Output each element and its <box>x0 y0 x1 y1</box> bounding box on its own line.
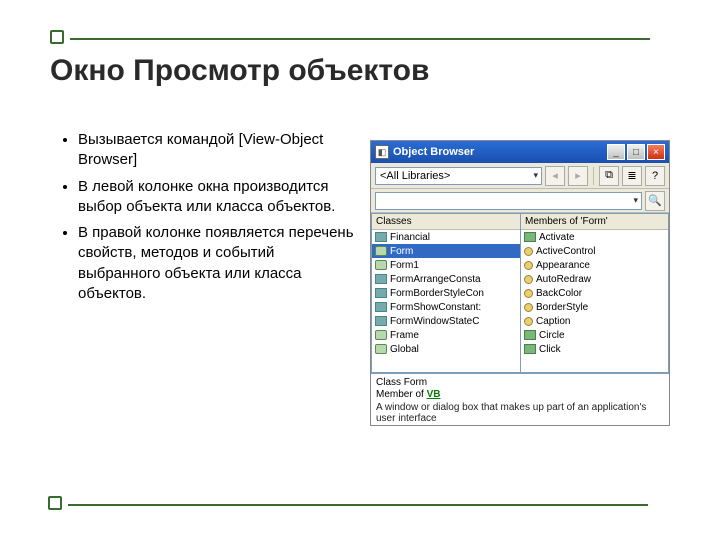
enum-icon <box>375 302 387 312</box>
event-icon <box>524 344 536 354</box>
member-row[interactable]: Circle <box>521 328 668 342</box>
library-dropdown[interactable]: <All Libraries> <box>375 167 542 185</box>
classes-list[interactable]: Financial Form Form1 FormArrangeConsta F… <box>372 230 520 372</box>
member-row[interactable]: BorderStyle <box>521 300 668 314</box>
member-row[interactable]: Caption <box>521 314 668 328</box>
close-button[interactable]: × <box>647 144 665 160</box>
library-link[interactable]: VB <box>427 389 441 400</box>
app-icon: ◧ <box>375 145 389 159</box>
class-row[interactable]: FormWindowStateC <box>372 314 520 328</box>
class-icon <box>375 260 387 270</box>
bullet-list: Вызывается командой [View-Object Browser… <box>60 130 360 310</box>
details-description: A window or dialog box that makes up par… <box>376 402 664 424</box>
search-button[interactable]: 🔍 <box>645 191 665 211</box>
toolbar-search: 🔍 <box>371 189 669 213</box>
class-icon <box>375 344 387 354</box>
property-icon <box>524 261 533 270</box>
toolbar-top: <All Libraries> ◂ ▸ ⧉ ≣ ? <box>371 163 669 189</box>
slide-title: Окно Просмотр объектов <box>50 54 429 88</box>
class-row[interactable]: FormShowConstant: <box>372 300 520 314</box>
maximize-button[interactable]: □ <box>627 144 645 160</box>
details-pane: Class Form Member of VB A window or dial… <box>371 373 669 425</box>
list-item: Вызывается командой [View-Object Browser… <box>78 130 360 171</box>
class-row-selected[interactable]: Form <box>372 244 520 258</box>
member-row[interactable]: Appearance <box>521 258 668 272</box>
class-row[interactable]: Form1 <box>372 258 520 272</box>
class-row[interactable]: Frame <box>372 328 520 342</box>
nav-forward-button[interactable]: ▸ <box>568 166 588 186</box>
panes: Classes Financial Form Form1 FormArrange… <box>371 213 669 373</box>
slide-accent-bottom <box>48 496 62 510</box>
class-row[interactable]: Financial <box>372 230 520 244</box>
members-list[interactable]: Activate ActiveControl Appearance AutoRe… <box>521 230 668 372</box>
classes-column: Classes Financial Form Form1 FormArrange… <box>371 213 520 373</box>
minimize-button[interactable]: _ <box>607 144 625 160</box>
enum-icon <box>375 316 387 326</box>
details-member: Member of VB <box>376 389 664 400</box>
member-row[interactable]: AutoRedraw <box>521 272 668 286</box>
object-browser-window: ◧ Object Browser _ □ × <All Libraries> ◂… <box>370 140 670 426</box>
titlebar: ◧ Object Browser _ □ × <box>371 141 669 163</box>
dropdown-value: <All Libraries> <box>380 170 450 182</box>
class-row[interactable]: FormBorderStyleCon <box>372 286 520 300</box>
slide-accent-top <box>50 30 64 44</box>
enum-icon <box>375 274 387 284</box>
member-row[interactable]: ActiveControl <box>521 244 668 258</box>
method-icon <box>524 330 536 340</box>
property-icon <box>524 317 533 326</box>
members-header: Members of 'Form' <box>521 214 668 230</box>
list-item: В правой колонке появляется перечень сво… <box>78 223 360 304</box>
enum-icon <box>375 288 387 298</box>
copy-button[interactable]: ⧉ <box>599 166 619 186</box>
nav-back-button[interactable]: ◂ <box>545 166 565 186</box>
help-button[interactable]: ? <box>645 166 665 186</box>
view-definition-button[interactable]: ≣ <box>622 166 642 186</box>
property-icon <box>524 303 533 312</box>
list-item: В левой колонке окна производится выбор … <box>78 177 360 218</box>
member-row[interactable]: Click <box>521 342 668 356</box>
window-title: Object Browser <box>393 146 605 158</box>
event-icon <box>524 232 536 242</box>
separator <box>593 167 594 185</box>
property-icon <box>524 275 533 284</box>
class-row[interactable]: FormArrangeConsta <box>372 272 520 286</box>
property-icon <box>524 247 533 256</box>
class-icon <box>375 246 387 256</box>
members-column: Members of 'Form' Activate ActiveControl… <box>520 213 669 373</box>
member-row[interactable]: BackColor <box>521 286 668 300</box>
search-dropdown[interactable] <box>375 192 642 210</box>
class-row[interactable]: Global <box>372 342 520 356</box>
member-row[interactable]: Activate <box>521 230 668 244</box>
details-class: Class Form <box>376 377 664 388</box>
property-icon <box>524 289 533 298</box>
classes-header: Classes <box>372 214 520 230</box>
module-icon <box>375 232 387 242</box>
class-icon <box>375 330 387 340</box>
